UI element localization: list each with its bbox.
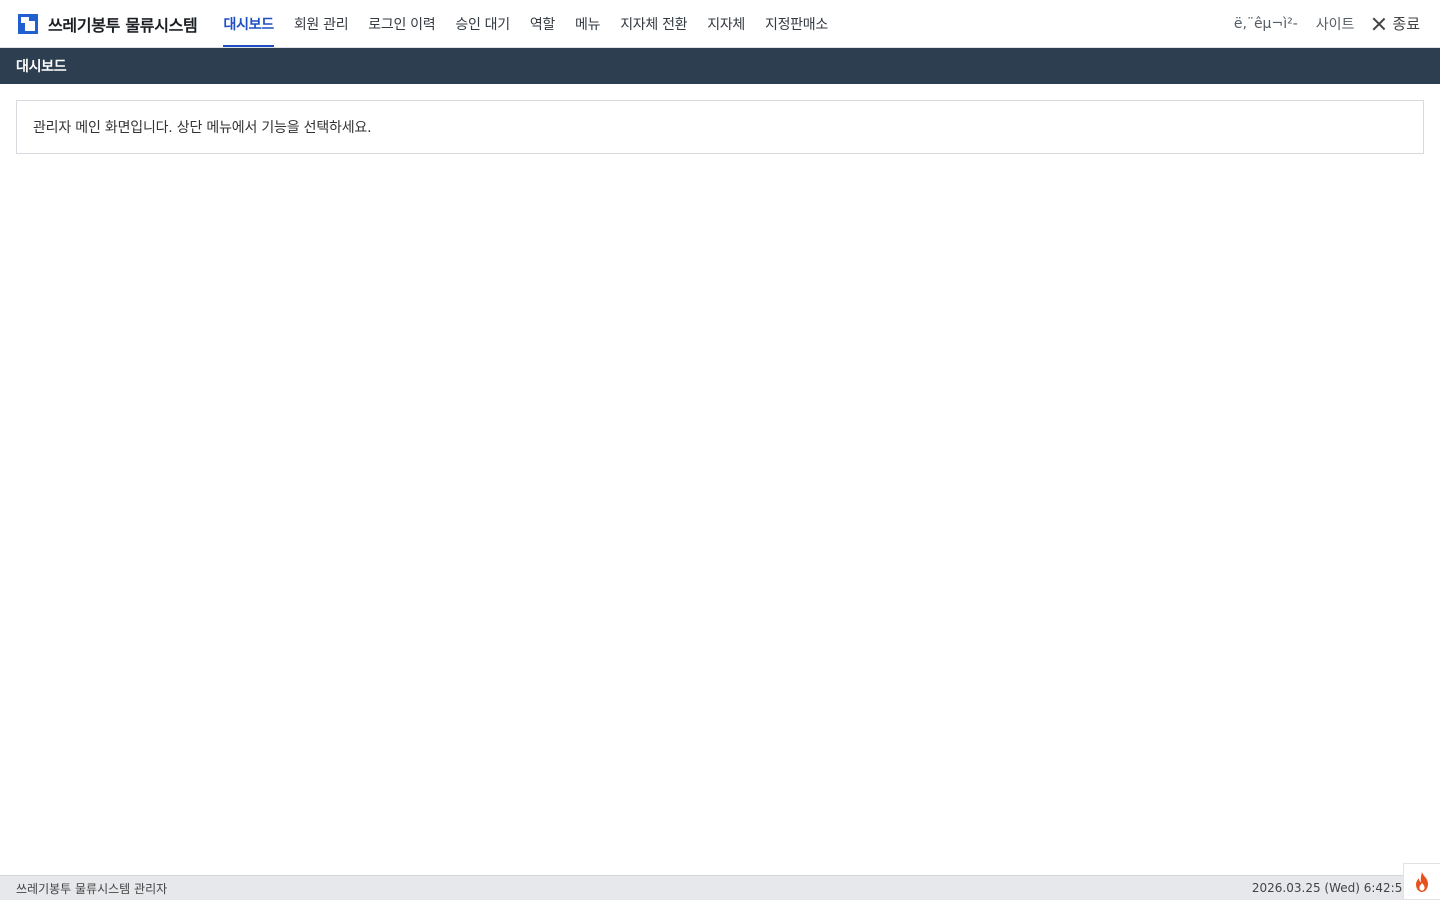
nav-item-login-history[interactable]: 로그인 이력	[358, 0, 445, 47]
page-title-bar: 대시보드	[0, 48, 1440, 84]
page-title: 대시보드	[16, 59, 67, 75]
top-right-actions: ë,¨êµ¬ì²- 사이트 종료	[1234, 0, 1440, 47]
garbled-link[interactable]: ë,¨êµ¬ì²-	[1234, 16, 1298, 32]
brand[interactable]: 쓰레기봉투 물류시스템	[0, 0, 213, 47]
nav-item-municipality-switch[interactable]: 지자체 전환	[610, 0, 697, 47]
top-navigation-bar: 쓰레기봉투 물류시스템 대시보드 회원 관리 로그인 이력 승인 대기 역할 메…	[0, 0, 1440, 48]
exit-button[interactable]: 종료	[1372, 13, 1420, 34]
footer-datetime: 2026.03.25 (Wed) 6:42:59	[1251, 881, 1410, 895]
nav-item-designated-stores[interactable]: 지정판매소	[755, 0, 838, 47]
nav-item-roles[interactable]: 역할	[520, 0, 565, 47]
nav-item-municipality[interactable]: 지자체	[697, 0, 755, 47]
nav-item-dashboard[interactable]: 대시보드	[213, 0, 283, 47]
footer-app-name: 쓰레기봉투 물류시스템 관리자	[16, 881, 168, 896]
main-menu: 대시보드 회원 관리 로그인 이력 승인 대기 역할 메뉴 지자체 전환 지자체…	[213, 0, 837, 47]
nav-item-member-management[interactable]: 회원 관리	[284, 0, 358, 47]
dashboard-message-panel: 관리자 메인 화면입니다. 상단 메뉴에서 기능을 선택하세요.	[16, 100, 1424, 154]
app-title: 쓰레기봉투 물류시스템	[48, 15, 198, 35]
fire-button[interactable]	[1403, 863, 1440, 900]
nav-item-menu[interactable]: 메뉴	[565, 0, 610, 47]
dashboard-message: 관리자 메인 화면입니다. 상단 메뉴에서 기능을 선택하세요.	[33, 120, 372, 136]
site-link[interactable]: 사이트	[1316, 14, 1355, 34]
nav-item-approval-pending[interactable]: 승인 대기	[445, 0, 519, 47]
app-logo-icon	[18, 13, 38, 34]
footer: 쓰레기봉투 물류시스템 관리자 2026.03.25 (Wed) 6:42:59	[0, 875, 1440, 900]
close-icon	[1372, 17, 1386, 31]
exit-label: 종료	[1392, 15, 1420, 33]
fire-icon	[1416, 871, 1428, 892]
